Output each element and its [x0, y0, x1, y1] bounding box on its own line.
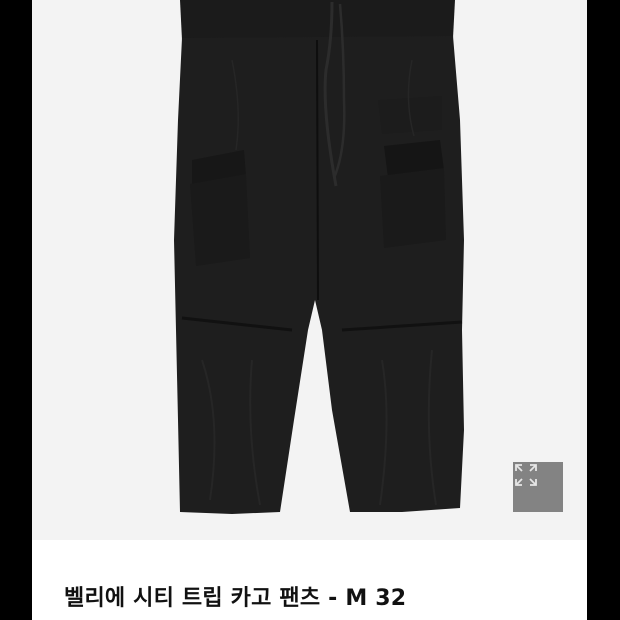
product-title: 벨리에 시티 트립 카고 팬츠 - M 32 — [64, 586, 407, 611]
expand-image-button[interactable] — [513, 462, 563, 512]
product-image[interactable] — [32, 0, 587, 540]
product-detail-screen: 벨리에 시티 트립 카고 팬츠 - M 32 — [0, 0, 620, 620]
expand-icon — [515, 464, 537, 486]
product-info-panel: 벨리에 시티 트립 카고 팬츠 - M 32 — [32, 540, 587, 620]
cargo-pants-illustration — [174, 0, 464, 514]
